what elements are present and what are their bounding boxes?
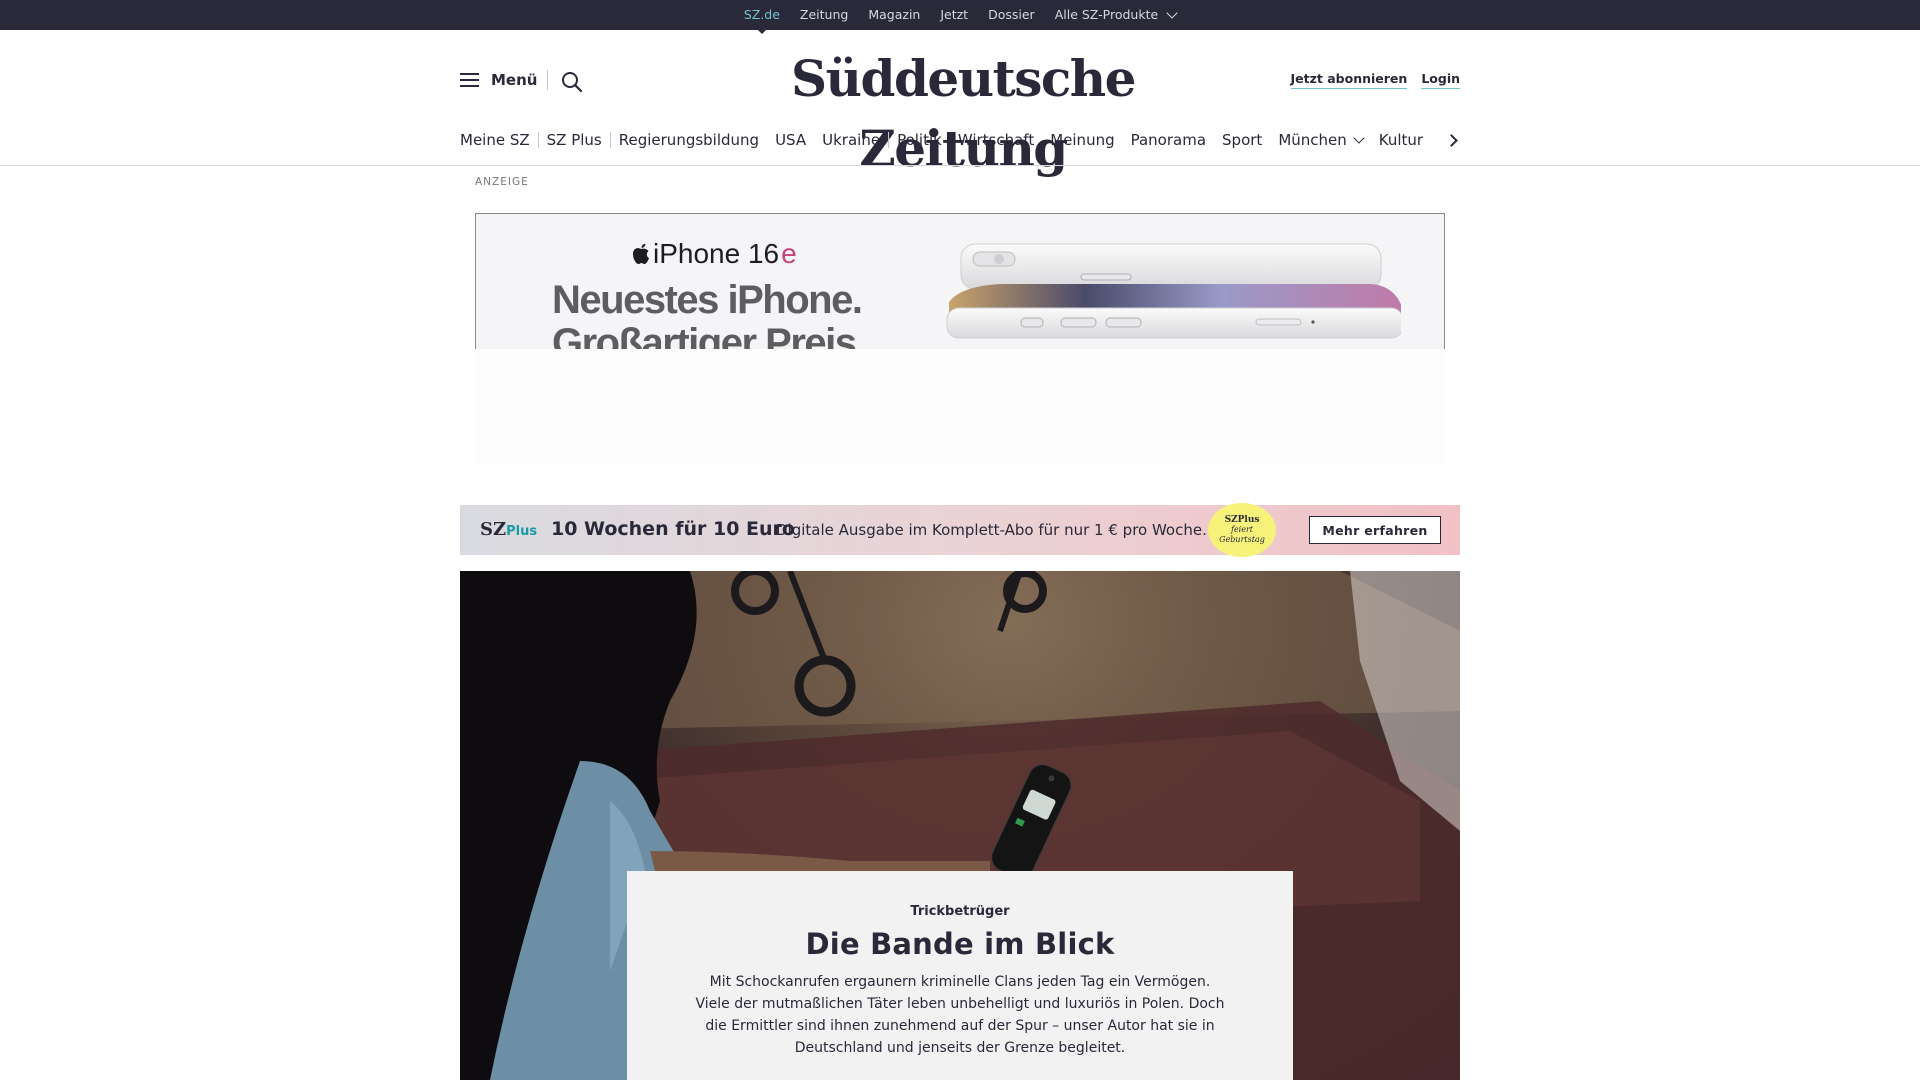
topbar-link-szde[interactable]: SZ.de xyxy=(744,0,780,30)
search-icon[interactable] xyxy=(561,71,583,93)
sz-plus-logo-sz: SZ xyxy=(480,519,507,540)
top-product-bar: SZ.de Zeitung Magazin Jetzt Dossier Alle… xyxy=(0,0,1920,30)
article-kicker: Trickbetrüger xyxy=(910,904,1010,919)
nav-item-meine-sz[interactable]: Meine SZ xyxy=(460,128,538,152)
article-headline[interactable]: Die Bande im Blick xyxy=(627,927,1293,961)
ad-headline: Neuestes iPhone. Großartiger Preis. xyxy=(552,278,867,350)
article-teaser-card[interactable]: Trickbetrüger Die Bande im Blick Mit Sch… xyxy=(627,871,1293,1080)
chevron-down-icon xyxy=(1166,7,1178,19)
nav-item-usa[interactable]: USA xyxy=(767,128,814,152)
sz-logo[interactable]: Süddeutsche Zeitung xyxy=(723,44,1203,178)
header-divider xyxy=(547,70,548,90)
sz-plus-promo-bar[interactable]: SZPlus 10 Wochen für 10 Euro Digitale Au… xyxy=(460,503,1460,557)
iphone-ad-banner[interactable]: iPhone 16 e Neuestes iPhone. Großartiger … xyxy=(475,213,1445,349)
badge-line-1: SZPlus xyxy=(1224,515,1260,525)
nav-item-muenchen-label: München xyxy=(1278,131,1347,149)
badge-line-2: feiert xyxy=(1230,525,1254,534)
topbar-link-all-products[interactable]: Alle SZ-Produkte xyxy=(1054,0,1178,30)
nav-item-kultur[interactable]: Kultur xyxy=(1371,128,1431,152)
site-header: Menü Süddeutsche Zeitung Jetzt abonniere… xyxy=(460,30,1460,178)
nav-item-politik[interactable]: Politik xyxy=(889,128,950,152)
topbar-link-magazin[interactable]: Magazin xyxy=(868,0,920,30)
ad-brand: iPhone 16 e xyxy=(631,238,797,270)
menu-button[interactable]: Menü xyxy=(460,71,537,89)
topbar-link-dossier[interactable]: Dossier xyxy=(988,0,1035,30)
apple-logo-icon xyxy=(633,243,649,264)
ad-headline-line-1: Neuestes iPhone. xyxy=(552,278,863,322)
topbar-link-zeitung[interactable]: Zeitung xyxy=(800,0,848,30)
article-lead: Mit Schockanrufen ergaunern kriminelle C… xyxy=(695,974,1225,1056)
menu-label: Menü xyxy=(491,71,538,89)
subscribe-link[interactable]: Jetzt abonnieren xyxy=(1290,71,1408,89)
nav-item-wirtschaft[interactable]: Wirtschaft xyxy=(950,128,1042,152)
hamburger-icon xyxy=(460,73,479,87)
ad-headline-line-2: Großartiger Preis. xyxy=(552,321,867,350)
ad-brand-name: iPhone 16 xyxy=(653,238,780,269)
login-link[interactable]: Login xyxy=(1421,71,1460,89)
promo-title: 10 Wochen für 10 Euro xyxy=(551,518,795,540)
birthday-badge: SZPlus feiert Geburtstag xyxy=(1208,503,1276,557)
nav-item-ukraine[interactable]: Ukraine xyxy=(814,128,888,152)
promo-text: Digitale Ausgabe im Komplett-Abo für nur… xyxy=(776,521,1207,539)
chevron-down-icon xyxy=(1353,132,1365,144)
nav-item-sz-plus[interactable]: SZ Plus xyxy=(539,128,610,152)
nav-divider-line xyxy=(0,165,1920,166)
nav-item-muenchen[interactable]: München xyxy=(1270,128,1370,152)
header-account-links: Jetzt abonnieren Login xyxy=(1290,71,1460,89)
main-navigation: Meine SZ SZ Plus Regierungsbildung USA U… xyxy=(460,128,1460,152)
ad-label: ANZEIGE xyxy=(475,176,529,188)
nav-item-meinung[interactable]: Meinung xyxy=(1042,128,1122,152)
hero-article-image[interactable]: Trickbetrüger Die Bande im Blick Mit Sch… xyxy=(460,571,1460,1080)
nav-item-sport[interactable]: Sport xyxy=(1214,128,1270,152)
topbar-link-jetzt[interactable]: Jetzt xyxy=(940,0,968,30)
ad-brand-suffix: e xyxy=(781,238,797,269)
ad-placeholder-area xyxy=(475,349,1445,464)
sz-plus-logo: SZPlus xyxy=(480,519,537,540)
nav-item-panorama[interactable]: Panorama xyxy=(1123,128,1214,152)
nav-item-regierungsbildung[interactable]: Regierungsbildung xyxy=(611,128,767,152)
chevron-right-icon[interactable] xyxy=(1445,133,1458,147)
iphone-product-image xyxy=(946,243,1401,339)
badge-line-3: Geburtstag xyxy=(1219,535,1265,544)
all-products-label: Alle SZ-Produkte xyxy=(1054,7,1159,22)
mehr-erfahren-button[interactable]: Mehr erfahren xyxy=(1309,516,1441,544)
sz-plus-logo-plus: Plus xyxy=(506,524,538,539)
